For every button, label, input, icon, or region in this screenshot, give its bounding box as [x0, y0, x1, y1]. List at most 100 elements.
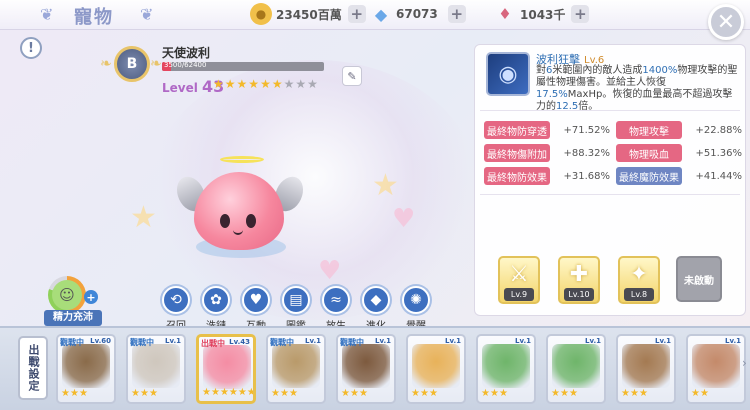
skill-desc-highlight: 1400%: [642, 65, 678, 76]
rank-wing-right-icon: ❧: [150, 56, 162, 72]
star-filled-icon: ★: [224, 77, 236, 91]
pet-card-level: Lv.1: [725, 337, 741, 345]
star-filled-icon: ★: [621, 388, 630, 399]
info-icon[interactable]: !: [20, 37, 42, 59]
skill-slot-level: Lv.9: [504, 288, 534, 301]
gold-value: 23450百萬: [276, 7, 342, 22]
pet-card[interactable]: Lv.1 ★ ★ ★: [476, 334, 536, 404]
stat-name: 物理攻擊: [616, 121, 682, 139]
background-star-icon: ★: [372, 168, 399, 203]
sword-icon: ⚔: [509, 262, 529, 287]
star-filled-icon: ★: [481, 388, 490, 399]
pet-card-level: Lv.1: [305, 337, 321, 345]
pet-card-level: Lv.1: [655, 337, 671, 345]
pet-card[interactable]: Lv.1 ★ ★ ★: [546, 334, 606, 404]
gold-resource: ● 23450百萬 +: [250, 3, 366, 25]
skill-desc-text: 米範圍內的敵人造成: [552, 65, 643, 76]
rename-pencil-icon[interactable]: ✎: [342, 66, 362, 86]
pet-status-tag: 觀戰中: [340, 338, 364, 347]
stat-value: +31.68%: [563, 170, 610, 182]
pet-portrait: [622, 344, 670, 388]
stat-value: +22.88%: [695, 124, 742, 136]
star-filled-icon: ★: [271, 388, 280, 399]
rank-badge: B: [114, 46, 150, 82]
pet-card-stars: ★ ★ ★: [621, 389, 648, 399]
pet-card-level: Lv.1: [165, 337, 181, 345]
pet-card-stars: ★ ★ ★: [271, 389, 298, 399]
star-filled-icon: ★: [551, 388, 560, 399]
pet-card[interactable]: 觀戰中 Lv.1 ★ ★ ★: [126, 334, 186, 404]
angel-halo: [220, 156, 264, 163]
star-filled-icon: ★: [248, 77, 260, 91]
pet-card-stars: ★ ★ ★: [411, 389, 438, 399]
pet-stars: ★ ★ ★ ★ ★ ★ ★ ★ ★: [213, 78, 318, 90]
skill-slot-spark[interactable]: ✦ Lv.8: [618, 256, 660, 304]
stamina-gauge[interactable]: ☺: [48, 276, 86, 314]
stat-name: 最終物防穿透: [484, 121, 550, 139]
add-diamond-button[interactable]: +: [447, 5, 466, 23]
pet-card[interactable]: 觀戰中 Lv.60 ★ ★ ★: [56, 334, 116, 404]
skill-description: 對6米範圍內的敵人造成1400%物理攻擊的聖屬性物理傷害。並給主人恢復17.5%…: [536, 65, 740, 113]
pet-card-level: Lv.1: [445, 337, 461, 345]
star-filled-icon: ★: [288, 388, 298, 399]
star-filled-icon: ★: [236, 77, 248, 91]
pet-card[interactable]: Lv.1 ★ ★: [686, 334, 746, 404]
pet-card-stars: ★ ★ ★: [131, 389, 158, 399]
diamond-value: 67073: [396, 7, 438, 21]
background-heart-icon: ♥: [318, 256, 342, 286]
add-crystal-button[interactable]: +: [571, 5, 590, 23]
stat-name: 最終物防效果: [484, 167, 550, 185]
add-gold-button[interactable]: +: [347, 5, 366, 23]
star-filled-icon: ★: [148, 388, 158, 399]
star-filled-icon: ★: [237, 387, 247, 398]
star-filled-icon: ★: [260, 77, 271, 91]
pet-portrait: [272, 344, 320, 388]
stat-row: 物理攻擊 +22.88%: [616, 120, 742, 140]
rank-wing-left-icon: ❧: [100, 56, 112, 72]
pet-card-level: Lv.1: [585, 337, 601, 345]
pet-card-stars: ★ ★ ★: [61, 389, 88, 399]
diamond-icon: ◆: [374, 4, 388, 24]
crystal-icon: ♦: [498, 5, 512, 23]
add-stamina-button[interactable]: +: [84, 290, 98, 304]
star-filled-icon: ★: [629, 388, 639, 399]
skill-slot-cross[interactable]: ✚ Lv.10: [558, 256, 600, 304]
star-filled-icon: ★: [279, 388, 289, 399]
close-button[interactable]: ✕: [708, 4, 744, 40]
pet-portrait: [482, 344, 530, 388]
pet-card[interactable]: 觀戰中 Lv.1 ★ ★ ★: [336, 334, 396, 404]
stat-row: 最終魔防效果 +41.44%: [616, 166, 742, 186]
pet-eye-right: [246, 214, 256, 228]
pet-status-tag: 出戰中: [201, 339, 225, 348]
pet-portrait: [412, 344, 460, 388]
right-wing-icon: ❦: [140, 5, 154, 24]
crystal-resource: ♦ 1043千 +: [494, 3, 590, 25]
star-filled-icon: ★: [131, 388, 140, 399]
left-wing-icon: ❦: [40, 5, 54, 24]
battle-setting-button[interactable]: 出戰設定: [18, 336, 48, 400]
pet-eye-left: [220, 214, 230, 228]
pet-card[interactable]: Lv.1 ★ ★ ★: [406, 334, 466, 404]
pet-card[interactable]: 出戰中 Lv.43 ★ ★ ★ ★ ★ ★: [196, 334, 256, 404]
skill-slot-inactive[interactable]: 未啟動: [676, 256, 722, 302]
cross-icon: ✚: [569, 262, 589, 287]
pet-card[interactable]: 觀戰中 Lv.1 ★ ★ ★: [266, 334, 326, 404]
stat-name: 物理吸血: [616, 144, 682, 162]
pet-card[interactable]: Lv.1 ★ ★ ★: [616, 334, 676, 404]
star-filled-icon: ★: [210, 387, 220, 398]
stat-name: 最終魔防效果: [616, 167, 682, 185]
pet-status-tag: 觀戰中: [270, 338, 294, 347]
pet-portrait: [203, 345, 251, 389]
star-filled-icon: ★: [411, 388, 420, 399]
scroll-right-icon[interactable]: ›: [742, 356, 747, 370]
star-filled-icon: ★: [559, 388, 569, 399]
star-filled-icon: ★: [419, 388, 429, 399]
pet-card-stars: ★ ★: [691, 389, 709, 399]
divider: [480, 110, 740, 111]
pet-card-stars: ★ ★ ★: [481, 389, 508, 399]
skill-slot-level: Lv.8: [624, 288, 654, 301]
star-empty-icon: ★: [307, 77, 318, 91]
skill-swirl-icon[interactable]: ◉: [486, 52, 530, 96]
crystal-value: 1043千: [520, 7, 566, 22]
skill-slot-sword[interactable]: ⚔ Lv.9: [498, 256, 540, 304]
